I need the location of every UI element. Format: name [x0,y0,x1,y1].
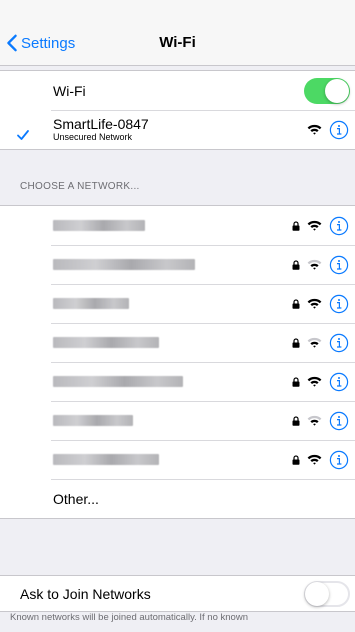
wifi-icon [307,415,322,426]
wifi-icon [307,124,322,135]
info-icon[interactable] [329,255,349,275]
lock-icon [292,454,300,465]
navigation-bar: Settings Wi-Fi [0,0,355,66]
network-name-redacted [53,298,129,309]
ask-to-join-row: Ask to Join Networks [0,576,355,612]
networks-section-header: CHOOSE A NETWORK... [20,181,140,192]
network-name-redacted [53,454,159,465]
network-row[interactable] [0,206,355,245]
connected-network-subtitle: Unsecured Network [53,132,133,142]
lock-icon [292,220,300,231]
info-icon[interactable] [329,216,349,236]
wifi-toggle[interactable] [304,77,350,104]
network-name-redacted [53,337,159,348]
page-title: Wi-Fi [159,34,196,51]
info-icon[interactable] [329,411,349,431]
other-network-row[interactable]: Other... [0,479,355,518]
network-icons [292,372,349,392]
network-icons [292,294,349,314]
network-row[interactable] [0,323,355,362]
info-icon[interactable] [329,120,349,140]
ask-to-join-label: Ask to Join Networks [20,586,151,602]
ask-to-join-toggle[interactable] [304,581,350,607]
wifi-icon [307,298,322,309]
wifi-toggle-label: Wi-Fi [53,82,86,99]
wifi-group: Wi-Fi SmartLife-0847 Unsecured Network [0,70,355,150]
other-network-label: Other... [53,490,99,507]
network-row[interactable] [0,440,355,479]
network-row[interactable] [0,284,355,323]
info-icon[interactable] [329,333,349,353]
connected-network-icons [307,120,349,140]
wifi-icon [307,454,322,465]
checkmark-icon [17,129,29,140]
network-icons [292,255,349,275]
lock-icon [292,376,300,387]
lock-icon [292,415,300,426]
ask-to-join-group: Ask to Join Networks [0,575,355,612]
wifi-icon [307,259,322,270]
lock-icon [292,337,300,348]
connected-network-row[interactable]: SmartLife-0847 Unsecured Network [0,110,355,149]
toggle-knob [305,582,329,606]
info-icon[interactable] [329,450,349,470]
network-name-redacted [53,376,183,387]
network-row[interactable] [0,401,355,440]
wifi-toggle-row: Wi-Fi [0,71,355,110]
network-icons [292,216,349,236]
info-icon[interactable] [329,294,349,314]
network-list: Other... [0,205,355,519]
network-row[interactable] [0,245,355,284]
network-icons [292,333,349,353]
footer-text: Known networks will be joined automatica… [10,612,248,623]
network-name-redacted [53,259,195,270]
toggle-knob [325,78,349,103]
info-icon[interactable] [329,372,349,392]
wifi-icon [307,337,322,348]
network-name-redacted [53,415,133,426]
network-row[interactable] [0,362,355,401]
connected-network-name: SmartLife-0847 [53,116,149,132]
connected-network-label: SmartLife-0847 Unsecured Network [53,116,149,143]
network-icons [292,411,349,431]
network-name-redacted [53,220,145,231]
network-icons [292,450,349,470]
lock-icon [292,298,300,309]
lock-icon [292,259,300,270]
wifi-icon [307,220,322,231]
wifi-icon [307,376,322,387]
